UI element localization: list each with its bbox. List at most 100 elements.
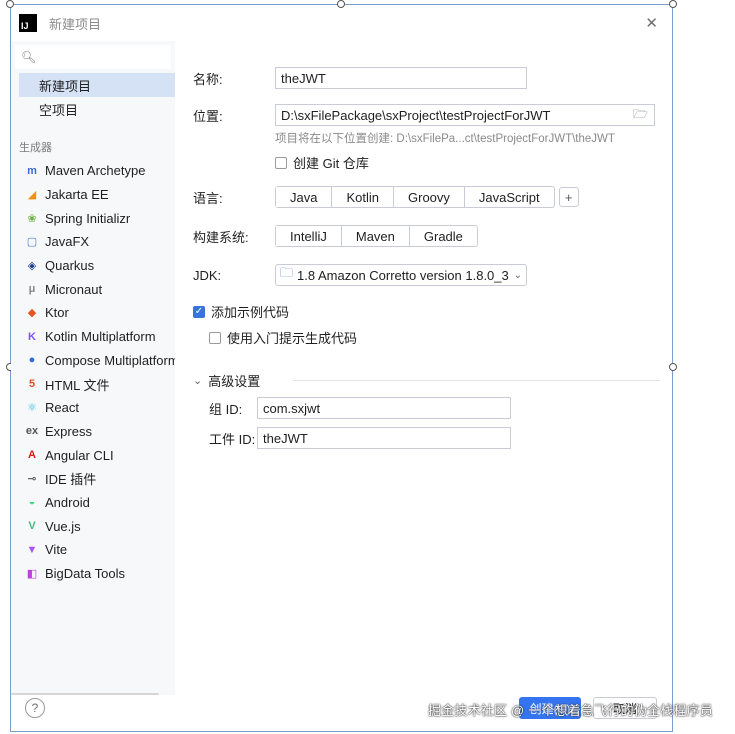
- git-label: 创建 Git 仓库: [293, 156, 369, 171]
- generator-icon: ▢: [26, 236, 38, 249]
- sample-code-row[interactable]: ✓ 添加示例代码: [193, 302, 289, 321]
- search-icon: 🔍︎: [21, 50, 37, 64]
- name-label: 名称:: [193, 71, 223, 87]
- advanced-settings-label: 高级设置: [208, 374, 261, 389]
- plus-icon: +: [564, 189, 573, 205]
- generator-label: HTML 文件: [45, 377, 110, 393]
- generator-item[interactable]: K Kotlin Multiplatform: [11, 325, 175, 349]
- artifact-id-input[interactable]: theJWT: [257, 427, 511, 449]
- onboarding-label: 使用入门提示生成代码: [227, 331, 358, 346]
- build-option-maven[interactable]: Maven: [342, 226, 410, 246]
- intellij-logo-icon: IJ: [19, 14, 37, 32]
- folder-icon[interactable]: 🗁︎: [633, 105, 648, 126]
- generator-label: Jakarta EE: [45, 187, 109, 203]
- jdk-label: JDK:: [193, 267, 222, 283]
- generator-label: React: [45, 400, 79, 416]
- onboarding-row[interactable]: 使用入门提示生成代码: [209, 328, 357, 347]
- generator-item[interactable]: ● Compose Multiplatform: [11, 349, 175, 373]
- search-input[interactable]: [40, 48, 171, 66]
- language-option-groovy[interactable]: Groovy: [394, 187, 465, 207]
- group-id-label: 组 ID:: [209, 401, 243, 417]
- generator-item[interactable]: ❀ Spring Initializr: [11, 206, 175, 230]
- generator-icon: ex: [25, 425, 39, 438]
- generator-item[interactable]: ▼ Vite: [11, 538, 175, 562]
- generator-label: Angular CLI: [45, 447, 114, 463]
- add-language-button[interactable]: +: [558, 187, 579, 207]
- generator-item[interactable]: ⊸ IDE 插件: [11, 467, 175, 491]
- generator-icon: ▼: [26, 543, 38, 556]
- search-box[interactable]: 🔍︎: [15, 45, 171, 69]
- generator-label: Android: [45, 494, 90, 510]
- artifact-id-row: 工件 ID: theJWT: [209, 427, 511, 449]
- group-id-input[interactable]: com.sxjwt: [257, 397, 511, 419]
- sample-code-checkbox[interactable]: ✓: [193, 305, 205, 318]
- generator-item[interactable]: ◆ Ktor: [11, 301, 175, 325]
- sidebar-item-new-project[interactable]: 新建项目: [19, 73, 175, 97]
- language-row: 语言: Java Kotlin Groovy JavaScript +: [193, 186, 579, 208]
- build-option-intellij[interactable]: IntelliJ: [276, 226, 342, 246]
- generator-item[interactable]: ◧ BigData Tools: [11, 562, 175, 586]
- jdk-folder-icon: 🗀︎: [280, 265, 294, 280]
- new-project-dialog: IJ 新建项目 ✕ 🔍︎ 新建项目 空项目 生成器 m Maven Archety…: [6, 0, 677, 732]
- generator-item[interactable]: m Maven Archetype: [11, 159, 175, 183]
- generator-icon: ◆: [27, 307, 37, 320]
- generator-item[interactable]: ex Express: [11, 420, 175, 444]
- generators-section-label: 生成器: [19, 142, 52, 154]
- watermark: 掘金技术社区 @ 一个想着急飞行的伪全栈程序员: [428, 703, 714, 718]
- generator-item[interactable]: ⚛ React: [11, 396, 175, 420]
- generator-item[interactable]: A Angular CLI: [11, 443, 175, 467]
- git-checkbox[interactable]: [275, 156, 287, 169]
- group-id-row: 组 ID: com.sxjwt: [209, 397, 511, 419]
- language-option-java[interactable]: Java: [276, 187, 333, 207]
- jdk-row: JDK: 🗀︎ 1.8 Amazon Corretto version 1.8.…: [193, 264, 527, 286]
- generator-list: m Maven Archetype ◢ Jakarta EE ❀ Spring Initi…: [11, 159, 175, 585]
- build-option-gradle[interactable]: Gradle: [410, 226, 477, 246]
- generator-label: Express: [45, 423, 92, 439]
- location-row: 位置: D:\sxFilePackage\sxProject\testProje…: [193, 104, 655, 126]
- jdk-value: 1.8 Amazon Corretto version 1.8.0_3: [297, 267, 509, 283]
- location-value: D:\sxFilePackage\sxProject\testProjectFo…: [281, 107, 551, 123]
- generator-item[interactable]: μ Micronaut: [11, 277, 175, 301]
- name-row: 名称: theJWT: [193, 67, 527, 89]
- chevron-down-icon: ⌄: [513, 269, 522, 281]
- generator-icon: V: [28, 520, 36, 533]
- advanced-settings-toggle[interactable]: ⌄ 高级设置: [193, 371, 260, 390]
- generator-icon: 5: [28, 378, 36, 391]
- language-option-javascript[interactable]: JavaScript: [465, 187, 554, 207]
- generator-item[interactable]: ◈ Quarkus: [11, 254, 175, 278]
- jdk-dropdown[interactable]: 🗀︎ 1.8 Amazon Corretto version 1.8.0_3 ⌄: [275, 264, 527, 286]
- title-bar: IJ 新建项目 ✕: [11, 5, 672, 41]
- generator-icon: ◧: [26, 568, 38, 581]
- project-form: 名称: theJWT 位置: D:\sxFilePackage\sxProjec…: [175, 41, 672, 701]
- generator-label: IDE 插件: [45, 472, 97, 488]
- generator-icon: ●: [28, 354, 36, 367]
- build-row: 构建系统: IntelliJ Maven Gradle: [193, 225, 478, 247]
- generator-icon: ❀: [27, 212, 37, 225]
- generator-label: Vite: [45, 542, 68, 558]
- generator-item[interactable]: ▢ JavaFX: [11, 230, 175, 254]
- generator-item[interactable]: ◒ Android: [11, 491, 175, 515]
- location-input[interactable]: D:\sxFilePackage\sxProject\testProjectFo…: [275, 104, 655, 126]
- generator-label: BigData Tools: [45, 566, 125, 582]
- close-icon[interactable]: ✕: [645, 14, 658, 32]
- generator-item[interactable]: 5 HTML 文件: [11, 372, 175, 396]
- generator-label: Vue.js: [45, 518, 81, 534]
- language-option-kotlin[interactable]: Kotlin: [332, 187, 394, 207]
- language-selector: Java Kotlin Groovy JavaScript: [275, 186, 555, 208]
- onboarding-checkbox[interactable]: [209, 331, 221, 344]
- window-title: 新建项目: [49, 16, 102, 32]
- generator-item[interactable]: ◢ Jakarta EE: [11, 183, 175, 207]
- help-icon[interactable]: ?: [25, 698, 45, 718]
- generator-label: Kotlin Multiplatform: [45, 329, 156, 345]
- name-input[interactable]: theJWT: [275, 67, 527, 89]
- generator-item[interactable]: V Vue.js: [11, 514, 175, 538]
- generator-label: Ktor: [45, 305, 69, 321]
- generator-label: Spring Initializr: [45, 210, 131, 226]
- sidebar-item-empty-project[interactable]: 空项目: [19, 97, 175, 121]
- build-system-selector: IntelliJ Maven Gradle: [275, 225, 478, 247]
- chevron-down-icon: ⌄: [193, 375, 203, 387]
- section-divider: [293, 380, 660, 381]
- generator-icon: K: [28, 330, 36, 343]
- generator-icon: μ: [28, 283, 36, 296]
- git-row[interactable]: 创建 Git 仓库: [275, 153, 369, 172]
